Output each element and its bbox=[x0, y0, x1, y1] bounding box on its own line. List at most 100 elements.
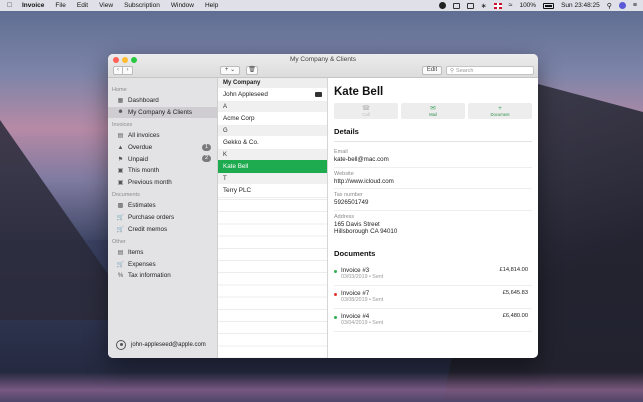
window-title: My Company & Clients bbox=[289, 56, 357, 63]
sidebar-item-all-invoices[interactable]: ▤ All invoices bbox=[108, 130, 217, 142]
sidebar-item-unpaid[interactable]: ⚑ Unpaid 2 bbox=[108, 153, 217, 165]
items-icon: ▤ bbox=[117, 250, 124, 257]
menu-app[interactable]: Invoice bbox=[22, 2, 44, 9]
plus-icon: + bbox=[224, 67, 229, 73]
field-address: Address 165 Davis Street Hillsborough CA… bbox=[334, 211, 532, 239]
client-name: Kate Bell bbox=[334, 86, 384, 98]
delete-button[interactable]: 🗑 bbox=[246, 66, 258, 75]
sidebar-item-label: Tax information bbox=[128, 272, 171, 280]
trash-icon: 🗑 bbox=[248, 67, 256, 73]
list-item-label: John Appleseed bbox=[223, 91, 268, 98]
edit-button[interactable]: Edit bbox=[422, 66, 442, 75]
input-source-icon[interactable] bbox=[493, 2, 502, 9]
account-button[interactable]: john-appleseed@apple.com bbox=[116, 340, 206, 350]
wifi-icon[interactable]: ≈ bbox=[509, 2, 513, 9]
sidebar-item-estimates[interactable]: ▩ Estimates bbox=[108, 200, 217, 212]
document-amount: £6,480.00 bbox=[502, 312, 528, 319]
menu-clock[interactable]: Sun 23:48:25 bbox=[561, 2, 600, 9]
notification-center-icon[interactable]: ≡ bbox=[633, 2, 637, 9]
document-amount: £5,645.83 bbox=[502, 289, 528, 296]
mail-button[interactable]: ✉ Mail bbox=[401, 103, 465, 119]
menu-bar:  Invoice File Edit View Subscription Wi… bbox=[0, 0, 643, 11]
dashboard-icon: ▦ bbox=[117, 98, 124, 105]
menu-edit[interactable]: Edit bbox=[77, 2, 88, 9]
cart-icon: 🛒 bbox=[116, 215, 125, 222]
bluetooth-icon[interactable]: ∗ bbox=[481, 2, 487, 10]
add-button[interactable]: + ⌄ bbox=[220, 66, 240, 75]
back-button[interactable]: ‹ bbox=[113, 66, 123, 75]
title-bar: My Company & Clients ‹ › + ⌄ 🗑 Edit ⚲ Se… bbox=[108, 54, 538, 78]
email-value[interactable]: kate-bell@mac.com bbox=[334, 156, 532, 164]
sidebar-item-expenses[interactable]: 🛒 Expenses bbox=[108, 259, 217, 271]
website-value[interactable]: http://www.icloud.com bbox=[334, 178, 532, 186]
nav-buttons: ‹ › bbox=[113, 66, 133, 75]
forward-button[interactable]: › bbox=[123, 66, 133, 75]
list-item-client[interactable]: Gekko & Co. bbox=[218, 136, 327, 150]
field-label: Website bbox=[334, 170, 354, 177]
sidebar-item-label: Dashboard bbox=[128, 97, 159, 105]
unpaid-count-badge: 2 bbox=[202, 155, 211, 163]
status-circle-icon[interactable] bbox=[438, 2, 446, 9]
battery-icon[interactable] bbox=[543, 2, 555, 9]
menu-subscription[interactable]: Subscription bbox=[124, 2, 160, 9]
document-row[interactable]: Invoice #4 03/04/2019 • Sent £6,480.00 bbox=[334, 309, 532, 332]
mail-icon: ✉ bbox=[430, 105, 436, 112]
sidebar-item-credit-memos[interactable]: 🛒 Credit memos bbox=[108, 223, 217, 235]
menu-view[interactable]: View bbox=[99, 2, 113, 9]
briefcase-icon bbox=[315, 92, 322, 97]
sidebar-item-label: Overdue bbox=[128, 144, 153, 152]
battery-percent: 100% bbox=[519, 2, 537, 9]
list-header-my-company: My Company bbox=[218, 78, 327, 88]
mail-label: Mail bbox=[429, 112, 437, 117]
menu-window[interactable]: Window bbox=[171, 2, 194, 9]
sidebar-item-previous-month[interactable]: ▣ Previous month bbox=[108, 177, 217, 189]
sidebar-item-label: Estimates bbox=[128, 202, 156, 210]
list-group-t: T bbox=[218, 174, 327, 184]
list-item-client-selected[interactable]: Kate Bell bbox=[218, 160, 327, 174]
sidebar-item-tax-information[interactable]: % Tax information bbox=[108, 270, 217, 282]
menu-file[interactable]: File bbox=[55, 2, 65, 9]
list-item-client[interactable]: Acme Corp bbox=[218, 112, 327, 126]
airplay-icon[interactable] bbox=[466, 2, 474, 9]
phone-icon: ☎ bbox=[361, 105, 371, 112]
sidebar-item-label: Purchase orders bbox=[128, 214, 175, 222]
search-field[interactable]: ⚲ Search bbox=[446, 66, 534, 75]
sidebar-item-label: Credit memos bbox=[128, 225, 168, 233]
cart-icon: 🛒 bbox=[116, 261, 125, 268]
field-email: Email kate-bell@mac.com bbox=[334, 146, 532, 168]
search-icon: ⚲ bbox=[450, 67, 455, 74]
tax-number-value: 5926501749 bbox=[334, 199, 369, 206]
apple-icon[interactable]:  bbox=[6, 2, 13, 10]
call-button[interactable]: ☎ Call bbox=[334, 103, 398, 119]
sidebar-item-dashboard[interactable]: ▦ Dashboard bbox=[108, 95, 217, 107]
document-row[interactable]: Invoice #3 03/03/2019 • Sent £14,814.00 bbox=[334, 263, 532, 286]
new-document-button[interactable]: + Document bbox=[468, 103, 532, 119]
client-list: My Company John Appleseed A Acme Corp G … bbox=[218, 78, 328, 358]
sidebar-item-this-month[interactable]: ▣ This month bbox=[108, 165, 217, 177]
documents-heading: Documents bbox=[334, 248, 376, 258]
status-dot bbox=[334, 269, 337, 273]
siri-icon[interactable] bbox=[618, 2, 626, 9]
spotlight-icon[interactable]: ⚲ bbox=[607, 2, 612, 10]
status-dot bbox=[334, 292, 337, 296]
desktop-shore bbox=[0, 372, 643, 402]
menu-help[interactable]: Help bbox=[205, 2, 218, 9]
list-item-client[interactable]: Terry PLC bbox=[218, 184, 327, 198]
list-item-my-company[interactable]: John Appleseed bbox=[218, 88, 327, 102]
details-heading: Details bbox=[334, 127, 532, 142]
plus-icon: + bbox=[498, 105, 502, 112]
address-line-1: 165 Davis Street bbox=[334, 220, 380, 228]
sidebar-item-overdue[interactable]: ▲ Overdue 1 bbox=[108, 142, 217, 154]
field-label: Address bbox=[334, 213, 355, 220]
display-icon[interactable] bbox=[452, 2, 460, 9]
cart-icon: 🛒 bbox=[116, 226, 125, 233]
document-row[interactable]: Invoice #7 03/08/2019 • Sent £5,645.83 bbox=[334, 286, 532, 309]
flag-icon: ⚑ bbox=[117, 156, 124, 163]
sidebar-item-company-clients[interactable]: ☻ My Company & Clients bbox=[108, 106, 217, 119]
sidebar-section-home: Home bbox=[112, 87, 127, 93]
app-window: My Company & Clients ‹ › + ⌄ 🗑 Edit ⚲ Se… bbox=[108, 54, 538, 358]
sidebar-item-items[interactable]: ▤ Items bbox=[108, 247, 217, 259]
sidebar-item-label: All invoices bbox=[128, 132, 160, 140]
window-body: Home ▦ Dashboard ☻ My Company & Clients In… bbox=[108, 78, 538, 358]
sidebar-item-purchase-orders[interactable]: 🛒 Purchase orders bbox=[108, 212, 217, 224]
